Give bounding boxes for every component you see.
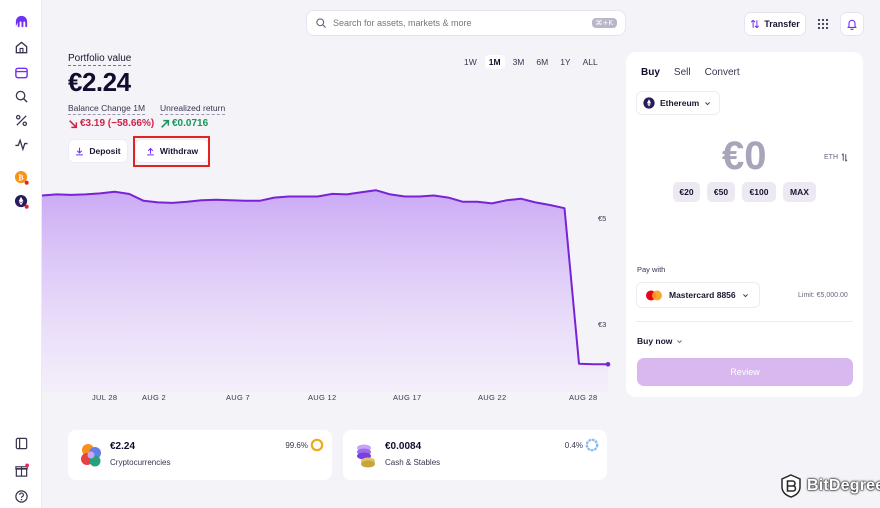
unit-toggle[interactable]: ETH xyxy=(824,153,848,162)
y-tick-label: €5 xyxy=(598,213,607,223)
search-bar[interactable]: ⌘+K xyxy=(306,10,626,36)
wallet-icon[interactable] xyxy=(10,61,32,83)
arrow-up-right-icon xyxy=(161,119,170,128)
asset-select[interactable]: Ethereum xyxy=(636,91,720,115)
payment-method-select[interactable]: Mastercard 8856 xyxy=(636,282,760,308)
unrealized-return-label[interactable]: Unrealized return xyxy=(160,103,226,115)
help-icon[interactable] xyxy=(10,485,32,507)
quick-amount-20[interactable]: €20 xyxy=(673,182,700,202)
period-selector: 1W 1M 3M 6M 1Y ALL xyxy=(460,55,602,69)
amount-display[interactable]: €0 xyxy=(722,134,767,179)
allocation-ring-icon xyxy=(310,438,324,452)
period-1w[interactable]: 1W xyxy=(460,55,481,69)
unrealized-return-value: €0.0716 xyxy=(160,118,208,129)
period-1y[interactable]: 1Y xyxy=(556,55,574,69)
portfolio-value: €2.24 xyxy=(68,67,131,97)
holding-card-crypto[interactable]: €2.24 Cryptocurrencies 99.6% xyxy=(68,430,332,480)
quick-amount-100[interactable]: €100 xyxy=(742,182,776,202)
bitcoin-asset-icon[interactable]: ₿ xyxy=(10,166,32,188)
quick-amount-max[interactable]: MAX xyxy=(783,182,816,202)
x-tick-label: AUG 12 xyxy=(308,393,337,402)
bitdegree-logo-icon xyxy=(781,474,801,498)
holding-percent: 99.6% xyxy=(285,441,308,450)
unrealized-return-text: €0.0716 xyxy=(172,118,209,129)
transfer-label: Transfer xyxy=(764,19,800,29)
watermark-text: BitDegree xyxy=(807,477,880,494)
panel-toggle-icon[interactable] xyxy=(10,432,32,454)
x-tick-label: AUG 17 xyxy=(393,393,422,402)
period-3m[interactable]: 3M xyxy=(509,55,529,69)
activity-icon[interactable] xyxy=(10,133,32,155)
shortcut-badge: ⌘+K xyxy=(591,18,617,28)
holding-percent: 0.4% xyxy=(564,441,583,450)
period-1m[interactable]: 1M xyxy=(484,55,505,69)
unit-label: ETH xyxy=(824,154,838,161)
order-type-select[interactable]: Buy now xyxy=(637,336,683,346)
holding-value: €0.0084 xyxy=(385,441,422,452)
bell-icon xyxy=(847,19,857,30)
pay-with-label: Pay with xyxy=(637,265,666,274)
balance-change-label[interactable]: Balance Change 1M xyxy=(68,103,146,115)
arrow-down-right-icon xyxy=(69,119,78,128)
portfolio-chart[interactable] xyxy=(42,170,614,392)
y-tick-label: €3 xyxy=(598,319,607,329)
kraken-logo-icon[interactable] xyxy=(10,10,32,32)
deposit-button[interactable]: Deposit xyxy=(68,139,128,163)
x-tick-label: AUG 28 xyxy=(569,393,598,402)
chart-area-fill xyxy=(42,190,608,392)
percent-icon[interactable] xyxy=(10,109,32,131)
trade-tabs: Buy Sell Convert xyxy=(641,67,740,78)
x-tick-label: AUG 2 xyxy=(142,393,167,402)
bitdegree-watermark: BitDegree xyxy=(780,474,880,498)
portfolio-value-label[interactable]: Portfolio value xyxy=(68,52,132,66)
notifications-button[interactable] xyxy=(840,12,864,36)
review-button[interactable]: Review xyxy=(637,358,853,386)
gift-icon[interactable] xyxy=(10,459,32,481)
deposit-label: Deposit xyxy=(89,146,121,156)
chevron-down-icon xyxy=(705,101,711,105)
quick-amount-50[interactable]: €50 xyxy=(707,182,735,202)
balance-change-text: €3.19 (−58.66%) xyxy=(80,118,155,129)
payment-limit: Limit: €5,000.00 xyxy=(798,292,848,299)
divider xyxy=(636,321,853,322)
sidebar: ₿ xyxy=(0,0,42,508)
ethereum-asset-icon[interactable] xyxy=(10,190,32,212)
period-all[interactable]: ALL xyxy=(579,55,602,69)
holding-card-cash[interactable]: €0.0084 Cash & Stables 0.4% xyxy=(343,430,607,480)
x-tick-label: AUG 22 xyxy=(478,393,507,402)
ethereum-icon xyxy=(643,97,655,109)
svg-text:₿: ₿ xyxy=(18,171,23,181)
order-type-label: Buy now xyxy=(637,336,673,346)
chevron-down-icon xyxy=(742,293,748,297)
chart-current-point[interactable] xyxy=(605,362,611,367)
holding-label: Cash & Stables xyxy=(385,458,441,467)
crypto-cluster-icon xyxy=(81,444,101,467)
holding-value: €2.24 xyxy=(110,441,136,452)
search-icon xyxy=(316,18,326,28)
x-tick-label: AUG 7 xyxy=(226,393,251,402)
holding-label: Cryptocurrencies xyxy=(110,458,171,467)
asset-name: Ethereum xyxy=(660,98,700,108)
period-6m[interactable]: 6M xyxy=(532,55,552,69)
home-icon[interactable] xyxy=(10,36,32,58)
swap-icon xyxy=(841,153,848,162)
payment-method-name: Mastercard 8856 xyxy=(669,290,736,300)
chevron-down-icon xyxy=(677,339,683,343)
balance-change-value: €3.19 (−58.66%) xyxy=(68,118,154,129)
trade-panel: Buy Sell Convert Ethereum €0 ETH €20 €50… xyxy=(626,52,863,397)
allocation-ring-icon xyxy=(585,438,599,452)
mastercard-icon xyxy=(646,290,662,300)
search-icon[interactable] xyxy=(10,85,32,107)
x-tick-label: JUL 28 xyxy=(92,393,118,402)
apps-grid-icon[interactable] xyxy=(812,13,834,35)
tab-sell[interactable]: Sell xyxy=(674,67,691,78)
search-input[interactable] xyxy=(333,18,592,28)
transfer-button[interactable]: Transfer xyxy=(744,12,806,36)
cash-stack-icon xyxy=(357,444,375,468)
tab-convert[interactable]: Convert xyxy=(705,67,740,78)
tab-buy[interactable]: Buy xyxy=(641,67,660,78)
download-icon xyxy=(76,147,84,155)
transfer-icon xyxy=(751,19,760,29)
withdraw-highlight-box xyxy=(133,136,210,167)
